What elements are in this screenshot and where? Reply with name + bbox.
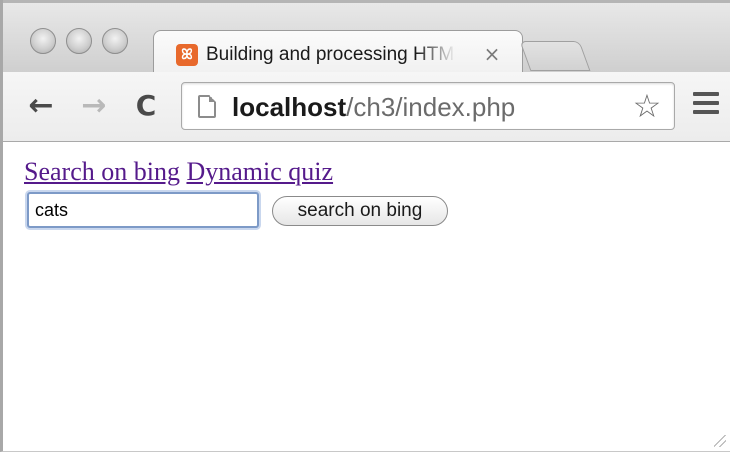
new-tab-button[interactable] — [519, 41, 591, 71]
toolbar: ← → C localhost/ch3/index.php ☆ — [3, 72, 730, 142]
address-bar[interactable]: localhost/ch3/index.php ☆ — [181, 82, 675, 130]
close-window-button[interactable] — [30, 28, 56, 54]
search-on-bing-link[interactable]: Search on bing — [24, 157, 180, 186]
zoom-window-button[interactable] — [102, 28, 128, 54]
close-tab-icon[interactable]: × — [482, 42, 502, 66]
tab-strip: ꕤ Building and processing HTML × — [3, 0, 730, 76]
back-arrow-icon[interactable]: ← — [23, 88, 59, 124]
forward-arrow-icon[interactable]: → — [76, 88, 112, 124]
url-path: /ch3/index.php — [346, 92, 516, 122]
bookmark-star-icon[interactable]: ☆ — [630, 89, 664, 123]
page-icon — [198, 95, 216, 118]
minimize-window-button[interactable] — [66, 28, 92, 54]
url-text: localhost/ch3/index.php — [232, 91, 515, 123]
xampp-icon: ꕤ — [176, 44, 198, 66]
resize-handle[interactable] — [714, 435, 726, 447]
reload-icon[interactable]: C — [128, 88, 164, 124]
menu-icon[interactable] — [693, 92, 719, 118]
dynamic-quiz-link[interactable]: Dynamic quiz — [186, 157, 333, 186]
nav-links: Search on bing Dynamic quiz — [24, 156, 333, 188]
tab-title: Building and processing HTML — [206, 44, 456, 65]
page-content: Search on bing Dynamic quiz search on bi… — [3, 142, 730, 451]
url-host: localhost — [232, 92, 347, 122]
tab-active[interactable]: ꕤ Building and processing HTML × — [153, 30, 523, 76]
search-input[interactable] — [27, 192, 259, 228]
browser-window: ꕤ Building and processing HTML × ← → C l… — [0, 0, 730, 452]
search-on-bing-button[interactable]: search on bing — [272, 196, 448, 226]
